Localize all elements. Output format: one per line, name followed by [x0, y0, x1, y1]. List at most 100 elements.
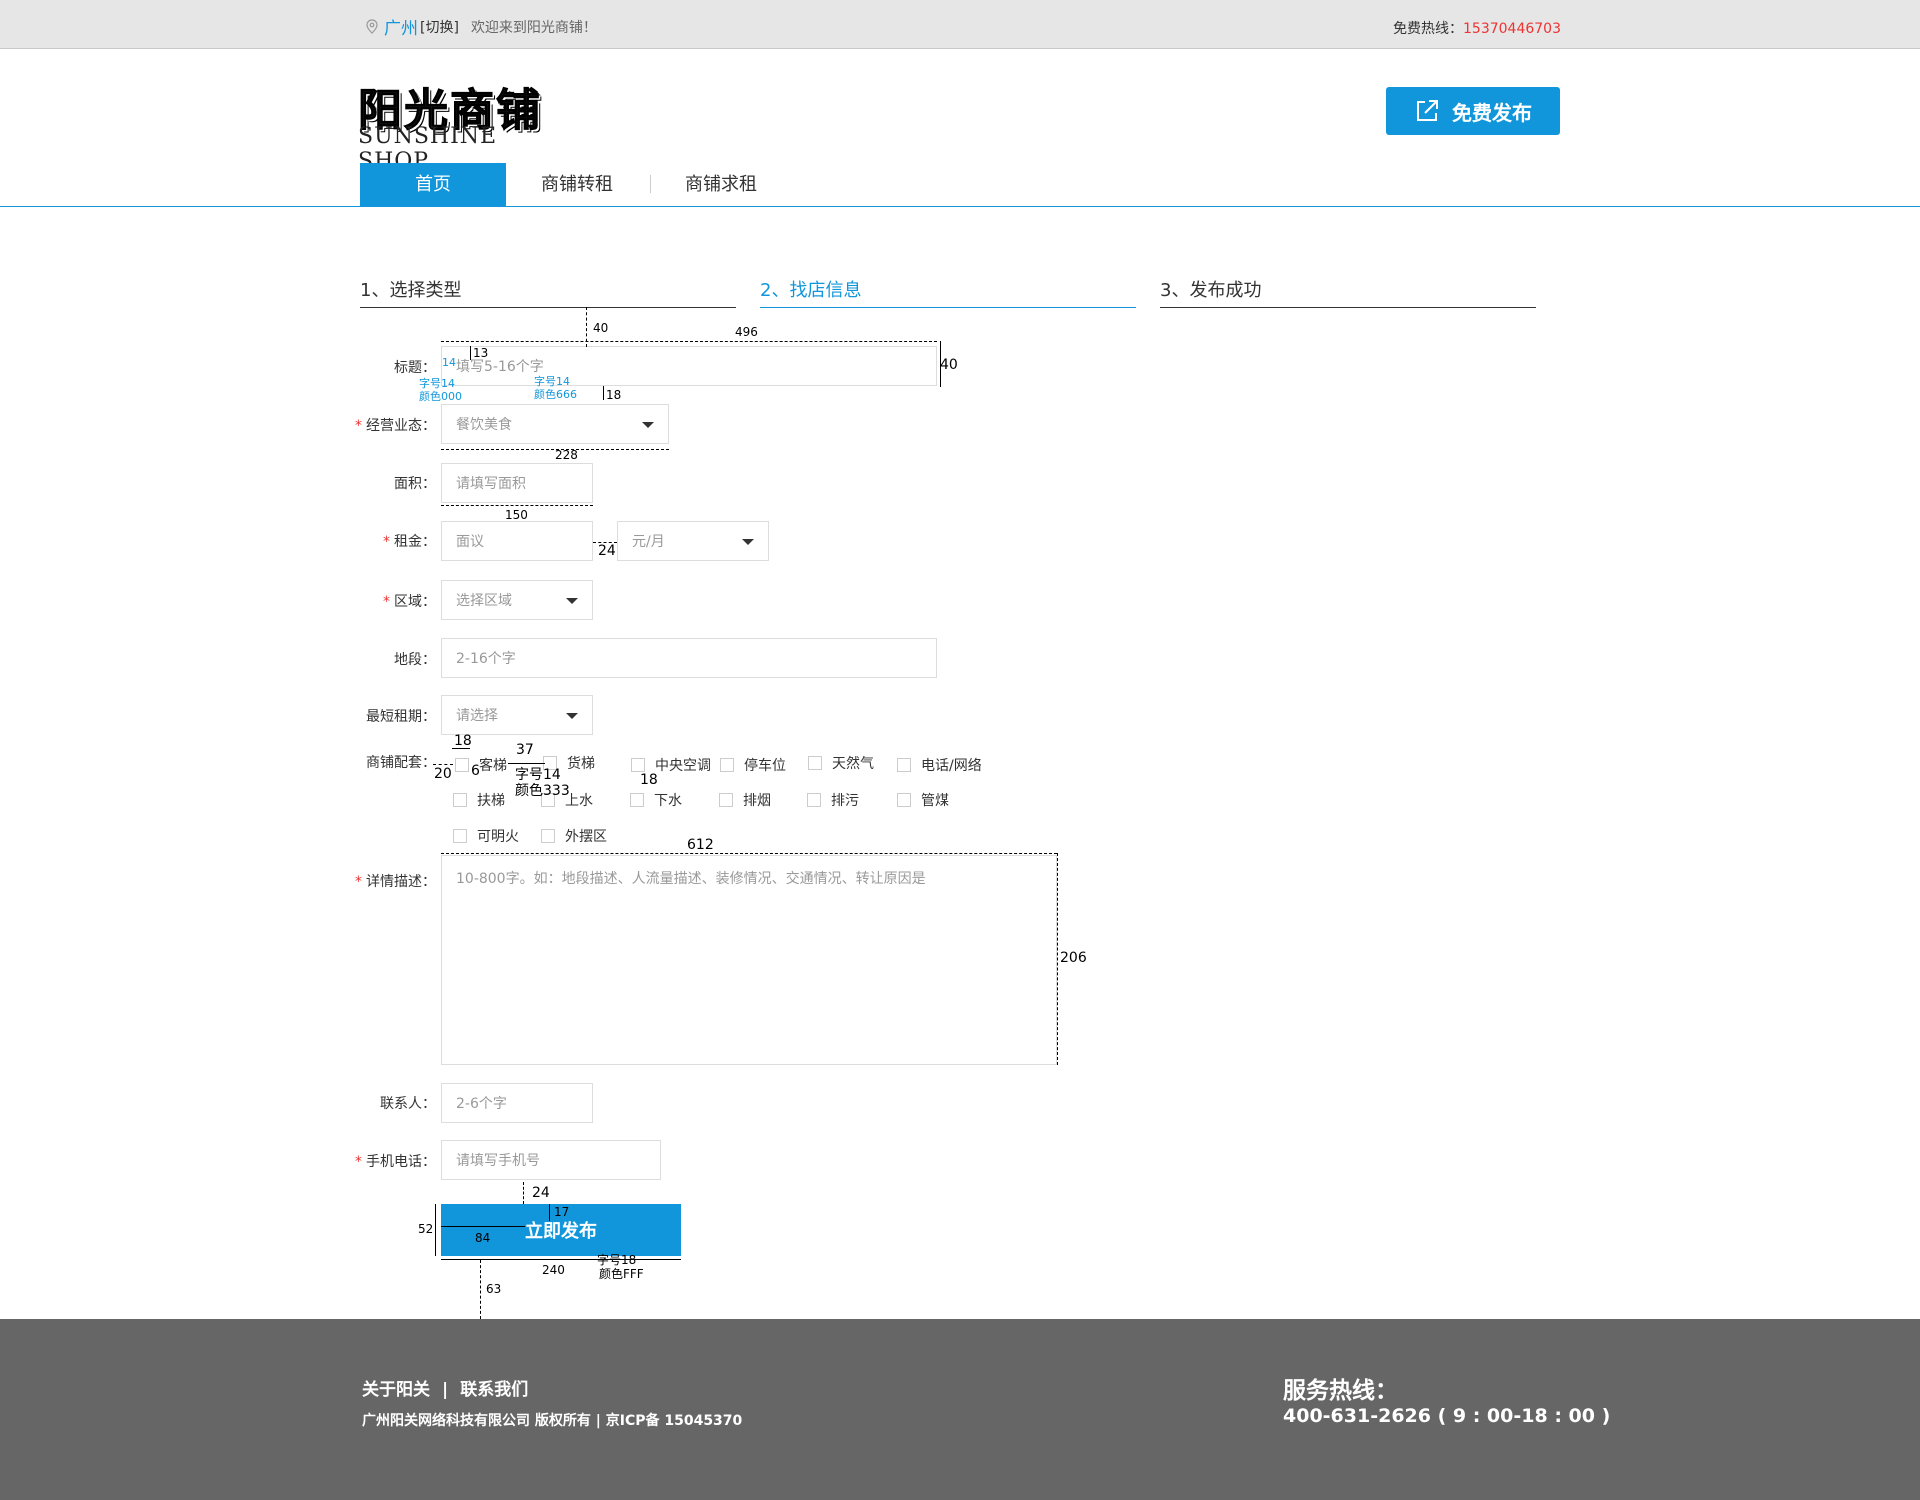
facility-phone-network[interactable]: 电话/网络 [897, 755, 982, 775]
location: 广州 [切换] 欢迎来到阳光商铺！ [366, 14, 597, 39]
facility-outdoor-area[interactable]: 外摆区 [541, 826, 607, 846]
dim-84: 84 [475, 1231, 491, 1245]
phone-label: * 手机电话： [355, 1154, 436, 1170]
nav-shop-wanted[interactable]: 商铺求租 [674, 163, 768, 206]
dim-14: 14 [442, 356, 456, 369]
free-publish-label: 免费发布 [1452, 100, 1532, 125]
dim-63: 63 [486, 1282, 502, 1296]
city-name[interactable]: 广州 [384, 14, 418, 39]
facility-natural-gas[interactable]: 天然气 [808, 753, 874, 773]
dim-496: 496 [735, 325, 758, 339]
dim-150: 150 [505, 508, 528, 522]
step-publish-success: 3、发布成功 [1160, 276, 1536, 308]
rent-unit-select[interactable]: 元/月 [617, 521, 769, 561]
site-logo[interactable]: 阳光商铺 SUNSHINE SHOP [358, 74, 558, 175]
facility-parking[interactable]: 停车位 [720, 755, 786, 775]
top-bar: 广州 [切换] 欢迎来到阳光商铺！ 免费热线：15370446703 [0, 0, 1920, 49]
section-input[interactable]: 2-16个字 [441, 638, 937, 678]
facility-drainage[interactable]: 下水 [630, 790, 682, 810]
nav-shop-sublet[interactable]: 商铺转租 [530, 163, 624, 206]
footer: 关于阳关 | 联系我们 广州阳关网络科技有限公司 版权所有 | 京ICP备 1504… [0, 1319, 1920, 1500]
business-type-select[interactable]: 餐饮美食 [441, 404, 669, 444]
title-label: 标题： [394, 360, 436, 376]
copyright: 广州阳关网络科技有限公司 版权所有 | 京ICP备 15045370 [362, 1413, 743, 1429]
facility-escalator[interactable]: 扶梯 [453, 790, 505, 810]
detail-label: * 详情描述： [355, 874, 436, 890]
region-label: * 区域： [383, 594, 436, 610]
contact-us-link[interactable]: 联系我们 [460, 1380, 528, 1400]
facility-open-fire[interactable]: 可明火 [453, 826, 519, 846]
hotline: 免费热线：15370446703 [1393, 18, 1561, 38]
dim-13: 13 [473, 346, 489, 360]
section-label: 地段： [394, 652, 436, 668]
main-nav: 首页 商铺转租 商铺求租 [0, 163, 1920, 207]
dim-40-top: 40 [593, 321, 609, 335]
dim-52: 52 [418, 1222, 434, 1236]
note-colorFFF: 颜色FFF [599, 1267, 644, 1281]
rent-input[interactable]: 面议 [441, 521, 593, 561]
dim-18-b: 18 [454, 733, 472, 749]
external-link-icon [1417, 100, 1438, 121]
dim-18-a: 18 [606, 388, 622, 402]
dim-line [549, 1204, 550, 1221]
dim-40-right: 40 [940, 357, 958, 373]
free-publish-button[interactable]: 免费发布 [1386, 87, 1560, 135]
detail-textarea[interactable]: 10-800字。如：地段描述、人流量描述、装修情况、交通情况、转让原因是 [441, 855, 1057, 1065]
footer-links: 关于阳关 | 联系我们 [362, 1375, 528, 1400]
dim-line [441, 341, 937, 342]
dim-line [433, 764, 453, 765]
dim-20: 20 [434, 766, 452, 782]
footer-separator: | [442, 1380, 449, 1400]
dim-line [470, 346, 471, 360]
dim-6: 6 [471, 763, 480, 779]
dim-line [1057, 853, 1058, 1065]
dim-206: 206 [1060, 950, 1087, 966]
business-type-label: * 经营业态： [355, 418, 436, 434]
about-link[interactable]: 关于阳关 [362, 1380, 430, 1400]
dim-line [603, 386, 604, 400]
dim-37: 37 [516, 742, 534, 758]
chevron-down-icon [566, 598, 578, 604]
service-hotline-number: 400-631-2626 ( 9 : 00-18 : 00 ) [1283, 1405, 1611, 1427]
dim-line [523, 1182, 524, 1204]
rent-label: * 租金： [383, 534, 436, 550]
dim-17: 17 [554, 1205, 570, 1219]
dim-line [441, 1259, 681, 1260]
min-term-select[interactable]: 请选择 [441, 695, 593, 735]
service-hotline-title: 服务热线： [1283, 1378, 1398, 1404]
area-input[interactable]: 请填写面积 [441, 463, 593, 503]
facility-passenger-elevator[interactable]: 客梯 [455, 755, 507, 775]
facility-smoke-exhaust[interactable]: 排烟 [719, 790, 771, 810]
facilities-label: 商铺配套： [366, 755, 436, 771]
chevron-down-icon [566, 713, 578, 719]
hotline-label: 免费热线： [1393, 21, 1464, 37]
min-term-label: 最短租期： [366, 709, 436, 725]
city-switch-link[interactable]: [切换] [420, 17, 459, 37]
note-color333: 颜色333 [515, 783, 570, 799]
dim-612: 612 [687, 837, 714, 853]
step-shop-info: 2、找店信息 [760, 276, 1136, 308]
dim-24-b: 24 [532, 1185, 550, 1201]
dim-240: 240 [542, 1263, 565, 1277]
dim-line [435, 1204, 436, 1256]
hotline-number: 15370446703 [1463, 21, 1561, 37]
phone-input[interactable]: 请填写手机号 [441, 1140, 661, 1180]
nav-home[interactable]: 首页 [360, 163, 506, 206]
note-color000: 颜色000 [419, 390, 462, 403]
area-label: 面积： [394, 476, 436, 492]
dim-24-a: 24 [598, 543, 616, 559]
note-color666: 颜色666 [534, 388, 577, 401]
contact-input[interactable]: 2-6个字 [441, 1083, 593, 1123]
region-select[interactable]: 选择区域 [441, 580, 593, 620]
title-input[interactable]: 填写5-16个字 [441, 346, 937, 386]
nav-divider [650, 175, 651, 193]
chevron-down-icon [742, 539, 754, 545]
dim-line [480, 1260, 481, 1319]
contact-label: 联系人： [380, 1096, 436, 1112]
facility-sewage[interactable]: 排污 [807, 790, 859, 810]
facility-coal-gas[interactable]: 管煤 [897, 790, 949, 810]
chevron-down-icon [642, 422, 654, 428]
welcome-text: 欢迎来到阳光商铺！ [470, 19, 597, 36]
dim-228: 228 [555, 448, 578, 462]
dim-line [441, 505, 593, 506]
